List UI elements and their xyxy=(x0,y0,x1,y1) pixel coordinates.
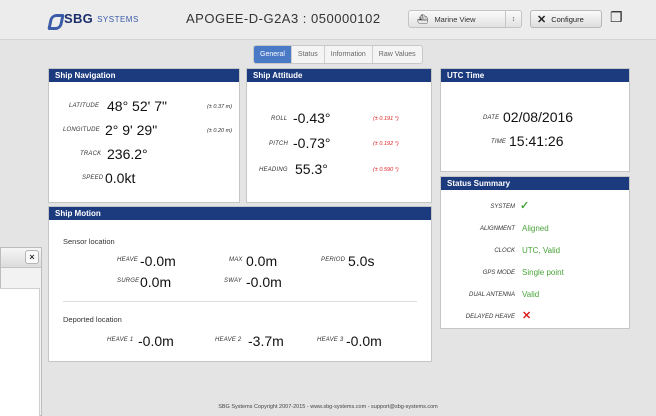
speed-value: 0.0kt xyxy=(105,170,136,186)
ship-attitude-panel: Ship Attitude ROLL -0.43° (± 0.191 °) PI… xyxy=(246,68,432,203)
roll-label: ROLL xyxy=(271,116,288,122)
sway-label: SWAY xyxy=(224,278,242,284)
alignment-value: Aligned xyxy=(522,224,549,233)
utc-time-title: UTC Time xyxy=(441,69,629,82)
longitude-label: LONGITUDE xyxy=(63,127,100,133)
heave1-label: HEAVE 1 xyxy=(107,337,134,343)
sway-value: -0.0m xyxy=(246,274,282,290)
status-summary-title: Status Summary xyxy=(441,177,629,190)
clock-value: UTC, Valid xyxy=(522,246,561,255)
latitude-value: 48° 52' 7" xyxy=(107,98,167,114)
alignment-label: ALIGNMENT xyxy=(479,226,515,232)
clock-label: CLOCK xyxy=(494,248,515,254)
roll-value: -0.43° xyxy=(293,110,331,126)
system-ok-icon: ✓ xyxy=(520,200,530,212)
configure-button[interactable]: ✕ Configure xyxy=(530,10,602,28)
heave1-value: -0.0m xyxy=(138,333,174,349)
tab-raw-values[interactable]: Raw Values xyxy=(373,46,422,63)
logo-brand: SBG xyxy=(64,11,94,26)
tab-status[interactable]: Status xyxy=(292,46,325,63)
motion-divider xyxy=(63,301,417,302)
ship-motion-panel: Ship Motion Sensor location HEAVE -0.0m … xyxy=(48,206,432,362)
longitude-value: 2° 9' 29" xyxy=(105,122,158,138)
view-select[interactable]: ⛴ Marine View ↕ xyxy=(408,10,522,28)
logo-brand-suffix: SYSTEMS xyxy=(97,15,139,24)
overlay-dialog: × xyxy=(0,247,42,416)
ship-motion-title: Ship Motion xyxy=(49,207,431,220)
gps-mode-label: GPS MODE xyxy=(482,270,515,276)
view-select-value: Marine View xyxy=(434,14,476,24)
configure-label: Configure xyxy=(551,14,584,24)
track-label: TRACK xyxy=(80,151,102,157)
period-label: PERIOD xyxy=(321,257,346,263)
heave2-value: -3.7m xyxy=(248,333,284,349)
ship-navigation-title: Ship Navigation xyxy=(49,69,239,82)
ship-icon: ⛴ xyxy=(417,13,429,24)
time-value: 15:41:26 xyxy=(509,133,564,149)
period-value: 5.0s xyxy=(348,253,375,269)
dialog-close-button[interactable]: × xyxy=(25,250,39,264)
sensor-location-label: Sensor location xyxy=(63,237,115,246)
dialog-body xyxy=(0,288,40,416)
ship-navigation-panel: Ship Navigation LATITUDE 48° 52' 7" (± 0… xyxy=(48,68,240,203)
dual-antenna-label: DUAL ANTENNA xyxy=(468,292,515,298)
max-label: MAX xyxy=(229,257,243,263)
heading-label: HEADING xyxy=(259,167,288,173)
top-bar: SBG SYSTEMS APOGEE-D-G2A3 : 050000102 ⛴ … xyxy=(0,0,656,40)
pitch-label: PITCH xyxy=(269,141,288,147)
tools-icon: ✕ xyxy=(537,13,547,26)
pitch-value: -0.73° xyxy=(293,135,331,151)
longitude-accuracy: (± 0.20 m) xyxy=(207,128,233,134)
delayed-heave-error-icon: ✕ xyxy=(522,310,532,322)
roll-accuracy: (± 0.191 °) xyxy=(373,116,399,122)
system-label: SYSTEM xyxy=(490,204,515,210)
delayed-heave-label: DELAYED HEAVE xyxy=(465,314,515,320)
utc-time-panel: UTC Time DATE 02/08/2016 TIME 15:41:26 xyxy=(440,68,630,172)
sbg-logo-icon xyxy=(48,12,60,26)
date-value: 02/08/2016 xyxy=(503,109,574,125)
max-value: 0.0m xyxy=(246,253,278,269)
speed-label: SPEED xyxy=(82,175,104,181)
sbg-logo: SBG SYSTEMS xyxy=(48,11,139,26)
heading-accuracy: (± 0.590 °) xyxy=(373,167,399,173)
manual-book-icon[interactable]: ❐ xyxy=(610,9,623,26)
track-value: 236.2° xyxy=(107,146,148,162)
tab-general[interactable]: General xyxy=(254,46,292,63)
heave3-label: HEAVE 3 xyxy=(317,337,344,343)
view-tabs: General Status Information Raw Values xyxy=(253,45,423,64)
heading-value: 55.3° xyxy=(295,161,328,177)
status-summary-panel: Status Summary SYSTEM ✓ ALIGNMENT Aligne… xyxy=(440,176,630,329)
ship-attitude-title: Ship Attitude xyxy=(247,69,431,82)
pitch-accuracy: (± 0.192 °) xyxy=(373,141,399,147)
surge-value: 0.0m xyxy=(140,274,172,290)
gps-mode-value: Single point xyxy=(522,268,564,277)
heave-label: HEAVE xyxy=(117,257,139,263)
footer-copyright: SBG Systems Copyright 2007-2015 - www.sb… xyxy=(218,404,438,410)
deported-location-label: Deported location xyxy=(63,315,122,324)
dual-antenna-value: Valid xyxy=(522,290,540,299)
heave3-value: -0.0m xyxy=(346,333,382,349)
select-arrows-icon: ↕ xyxy=(505,11,521,27)
latitude-label: LATITUDE xyxy=(69,103,100,109)
surge-label: SURGE xyxy=(117,278,140,284)
tab-information[interactable]: Information xyxy=(325,46,373,63)
date-label: DATE xyxy=(483,115,500,121)
heave-value: -0.0m xyxy=(140,253,176,269)
heave2-label: HEAVE 2 xyxy=(215,337,242,343)
device-title: APOGEE-D-G2A3 : 050000102 xyxy=(186,11,381,26)
time-label: TIME xyxy=(491,139,507,145)
latitude-accuracy: (± 0.37 m) xyxy=(207,104,233,110)
